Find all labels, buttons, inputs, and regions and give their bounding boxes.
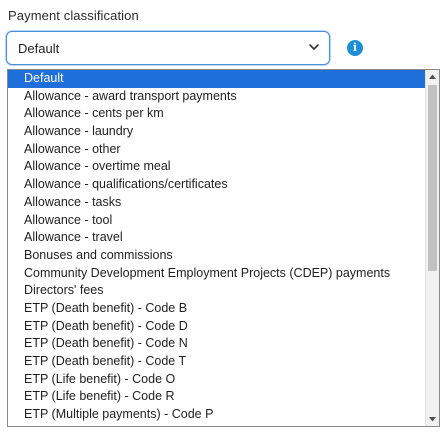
option-item[interactable]: Allowance - other xyxy=(8,141,426,159)
option-item[interactable]: Allowance - cents per km xyxy=(8,105,426,123)
field-label: Payment classification xyxy=(8,8,139,23)
info-icon[interactable]: i xyxy=(347,40,363,56)
payment-classification-select[interactable]: Default xyxy=(6,31,330,65)
scroll-up-arrow-icon[interactable] xyxy=(426,71,439,83)
option-item[interactable]: Allowance - travel xyxy=(8,229,426,247)
option-item[interactable]: Allowance - tool xyxy=(8,212,426,230)
option-item[interactable]: Allowance - overtime meal xyxy=(8,158,426,176)
select-value: Default xyxy=(18,41,60,56)
option-item[interactable]: ETP (Death benefit) - Code N xyxy=(8,335,426,353)
options-container: Default Allowance - award transport payme… xyxy=(8,70,426,424)
scroll-down-arrow-icon[interactable] xyxy=(426,413,439,425)
scrollbar[interactable] xyxy=(425,70,439,426)
option-item[interactable]: Allowance - qualifications/certificates xyxy=(8,176,426,194)
option-item[interactable]: Allowance - award transport payments xyxy=(8,88,426,106)
scroll-thumb[interactable] xyxy=(428,85,437,271)
payment-classification-form: Payment classification Default i Default… xyxy=(0,0,446,435)
option-item[interactable]: Allowance - laundry xyxy=(8,123,426,141)
option-item[interactable]: ETP (Death benefit) - Code T xyxy=(8,353,426,371)
option-item[interactable]: ETP (Life benefit) - Code O xyxy=(8,371,426,389)
option-item-selected[interactable]: Default xyxy=(8,70,426,88)
option-item[interactable]: ETP (Life benefit) - Code R xyxy=(8,388,426,406)
option-item[interactable]: Bonuses and commissions xyxy=(8,247,426,265)
chevron-down-icon xyxy=(309,44,319,50)
option-item[interactable]: ETP (Multiple payments) - Code P xyxy=(8,406,426,424)
option-item[interactable]: ETP (Death benefit) - Code B xyxy=(8,300,426,318)
option-item[interactable]: ETP (Death benefit) - Code D xyxy=(8,318,426,336)
option-item[interactable]: Directors' fees xyxy=(8,282,426,300)
option-item[interactable]: Community Development Employment Project… xyxy=(8,265,426,283)
option-item[interactable]: Allowance - tasks xyxy=(8,194,426,212)
options-dropdown-list[interactable]: Default Allowance - award transport payme… xyxy=(7,69,440,427)
